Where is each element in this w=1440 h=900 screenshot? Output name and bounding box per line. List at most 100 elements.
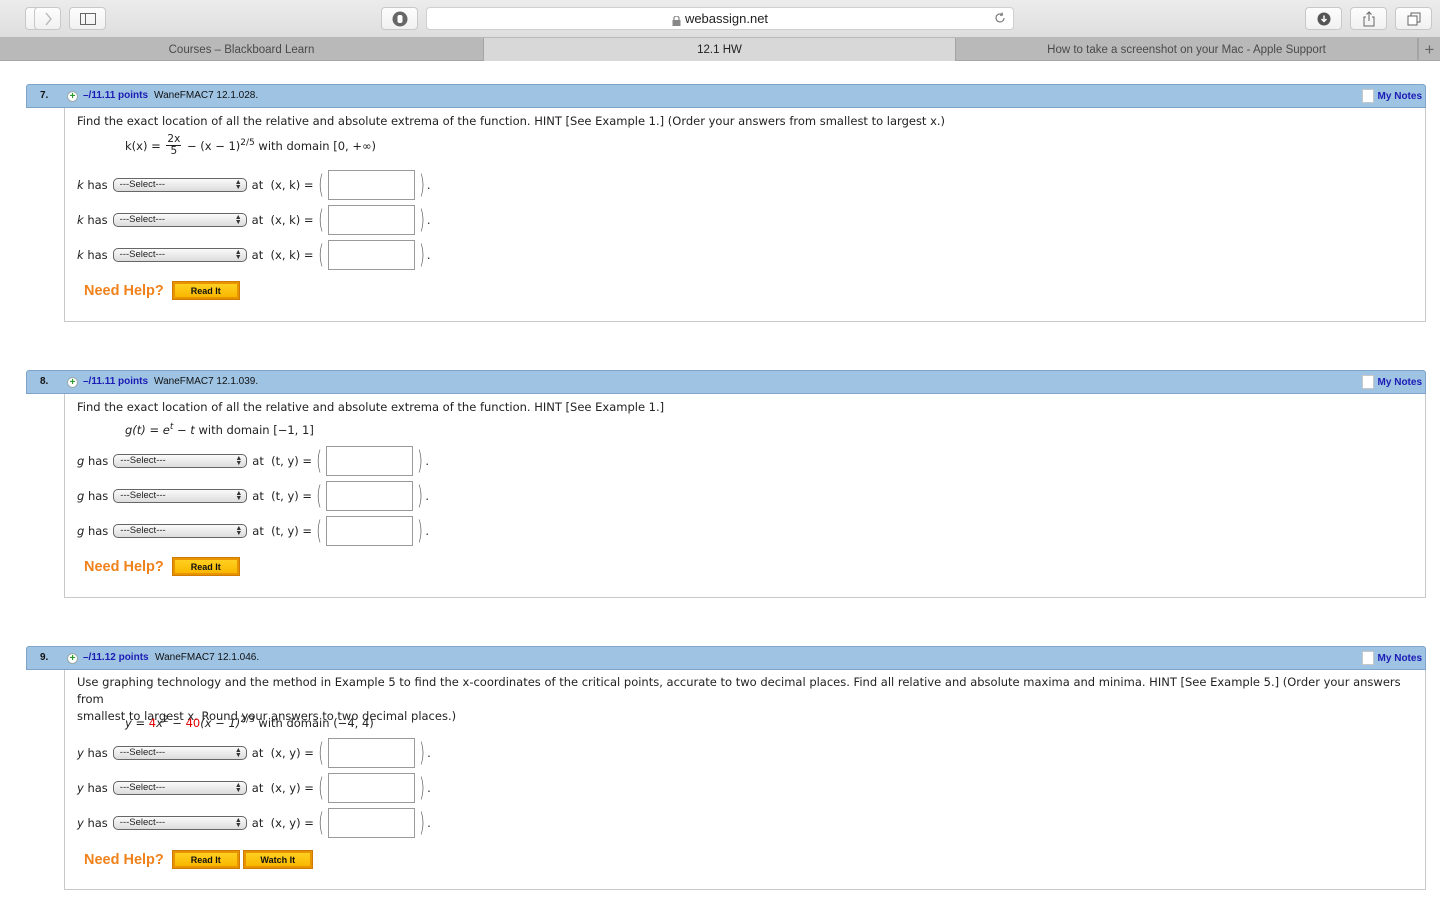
extrema-type-select[interactable]: ---Select--- ▲ ▼ <box>112 746 247 760</box>
row-pair: (x, y) = <box>270 816 314 830</box>
chevron-right-icon <box>44 12 52 25</box>
select-arrows-icon: ▲ ▼ <box>234 179 242 191</box>
extrema-type-select[interactable]: ---Select--- ▲ ▼ <box>112 213 247 227</box>
select-value: ---Select--- <box>119 817 166 828</box>
extrema-type-select[interactable]: ---Select--- ▲ ▼ <box>112 178 247 192</box>
row-has: has <box>87 816 108 830</box>
answer-row: y has ---Select--- ▲ ▼ at (x, y) = (). <box>77 738 431 768</box>
extrema-type-select[interactable]: ---Select--- ▲ ▼ <box>112 816 247 830</box>
select-value: ---Select--- <box>119 249 166 260</box>
formula-rest: (x − 1) <box>200 715 241 730</box>
row-at: at <box>251 816 264 830</box>
extrema-type-select[interactable]: ---Select--- ▲ ▼ <box>113 524 248 538</box>
row-at: at <box>251 781 264 795</box>
expand-plus-icon[interactable]: + <box>67 653 78 664</box>
points-link[interactable]: –/11.11 points <box>83 90 148 101</box>
period: . <box>426 213 431 227</box>
function-formula: k(x) = 2x 5 − (x − 1)2/5 with domain [0, … <box>125 134 377 158</box>
extrema-type-select[interactable]: ---Select--- ▲ ▼ <box>113 489 248 503</box>
function-formula: y = 4x2 − 40(x − 1)2/3 with domain (−4, … <box>125 715 374 730</box>
row-variable: g <box>77 524 85 538</box>
fraction: 2x 5 <box>166 134 182 157</box>
address-bar[interactable]: webassign.net <box>426 7 1014 30</box>
row-has: has <box>87 454 109 468</box>
forward-button[interactable] <box>34 7 61 30</box>
share-button[interactable] <box>1350 7 1387 30</box>
row-has: has <box>87 781 108 795</box>
select-value: ---Select--- <box>119 782 166 793</box>
formula-rest: − (x − 1) <box>183 139 241 153</box>
coordinate-input[interactable] <box>327 205 415 235</box>
question-text: Find the exact location of all the relat… <box>77 114 946 128</box>
formula-domain: with domain [0, +∞) <box>254 139 377 153</box>
question-id: WaneFMAC7 12.1.039. <box>154 376 259 387</box>
question-id: WaneFMAC7 12.1.046. <box>155 652 260 663</box>
coordinate-input[interactable] <box>328 773 416 803</box>
coordinate-input[interactable] <box>328 808 416 838</box>
tabs-icon <box>1407 12 1420 25</box>
row-has: has <box>87 178 108 192</box>
period: . <box>427 816 431 830</box>
watch-it-button[interactable]: Watch It <box>242 850 313 869</box>
extrema-type-select[interactable]: ---Select--- ▲ ▼ <box>112 248 247 262</box>
sidebar-button[interactable] <box>69 7 106 30</box>
row-variable: k <box>77 213 84 227</box>
row-variable: k <box>77 248 84 262</box>
close-paren: ) <box>417 481 424 511</box>
coordinate-input[interactable] <box>326 446 414 476</box>
tab-apple-support[interactable]: How to take a screenshot on your Mac - A… <box>956 38 1418 61</box>
reload-icon[interactable] <box>993 11 1007 28</box>
read-it-button[interactable]: Read It <box>171 557 240 576</box>
download-icon <box>1317 12 1330 25</box>
open-paren: ( <box>318 738 324 768</box>
open-paren: ( <box>317 170 324 200</box>
select-value: ---Select--- <box>119 179 166 190</box>
row-has: has <box>87 489 109 503</box>
question-header: 9. + –/11.12 points WaneFMAC7 12.1.046. … <box>26 646 1426 670</box>
new-tab-button[interactable]: + <box>1418 38 1440 61</box>
tabs-overview-button[interactable] <box>1395 7 1432 30</box>
need-help-section: Need Help? Read It <box>84 557 244 576</box>
row-pair: (x, k) = <box>270 248 314 262</box>
read-it-button[interactable]: Read It <box>171 281 240 300</box>
select-arrows-icon: ▲ ▼ <box>234 747 242 759</box>
row-pair: (x, k) = <box>270 178 314 192</box>
points-link[interactable]: –/11.11 points <box>83 376 148 387</box>
extrema-type-select[interactable]: ---Select--- ▲ ▼ <box>112 781 247 795</box>
expand-plus-icon[interactable]: + <box>67 377 78 388</box>
my-notes-button[interactable]: My Notes <box>1361 89 1422 103</box>
coordinate-input[interactable] <box>328 738 416 768</box>
close-paren: ) <box>419 773 425 803</box>
extrema-type-select[interactable]: ---Select--- ▲ ▼ <box>113 454 248 468</box>
coordinate-input[interactable] <box>326 516 414 546</box>
answer-row: g has ---Select--- ▲ ▼ at (t, y) = (). <box>77 481 429 511</box>
tab-12-1-hw[interactable]: 12.1 HW <box>484 38 956 61</box>
read-it-button[interactable]: Read It <box>171 850 240 869</box>
coordinate-input[interactable] <box>327 240 415 270</box>
question-number: 9. <box>40 652 49 663</box>
row-pair: (t, y) = <box>271 489 313 503</box>
hand-stop-icon <box>392 11 407 26</box>
close-paren: ) <box>419 240 425 270</box>
expand-plus-icon[interactable]: + <box>67 91 78 102</box>
formula-domain: with domain [−1, 1] <box>194 422 314 437</box>
select-arrows-icon: ▲ ▼ <box>235 525 243 537</box>
answer-row: g has ---Select--- ▲ ▼ at (t, y) = (). <box>77 446 429 476</box>
points-link[interactable]: –/11.12 points <box>83 652 149 663</box>
question-body: Find the exact location of all the relat… <box>64 108 1426 322</box>
need-help-section: Need Help? Read It Watch It <box>84 850 317 869</box>
privacy-button[interactable] <box>381 7 418 30</box>
coordinate-input[interactable] <box>327 170 415 200</box>
my-notes-button[interactable]: My Notes <box>1361 375 1422 389</box>
formula-lhs: y = <box>125 715 149 730</box>
row-at: at <box>251 248 264 262</box>
answer-row: y has ---Select--- ▲ ▼ at (x, y) = (). <box>77 808 431 838</box>
select-arrows-icon: ▲ ▼ <box>234 782 242 794</box>
open-paren: ( <box>317 240 324 270</box>
tab-blackboard[interactable]: Courses – Blackboard Learn <box>0 38 484 61</box>
row-at: at <box>252 524 264 538</box>
row-variable: y <box>77 781 84 795</box>
coordinate-input[interactable] <box>326 481 414 511</box>
downloads-button[interactable] <box>1305 7 1342 30</box>
my-notes-button[interactable]: My Notes <box>1361 651 1422 665</box>
